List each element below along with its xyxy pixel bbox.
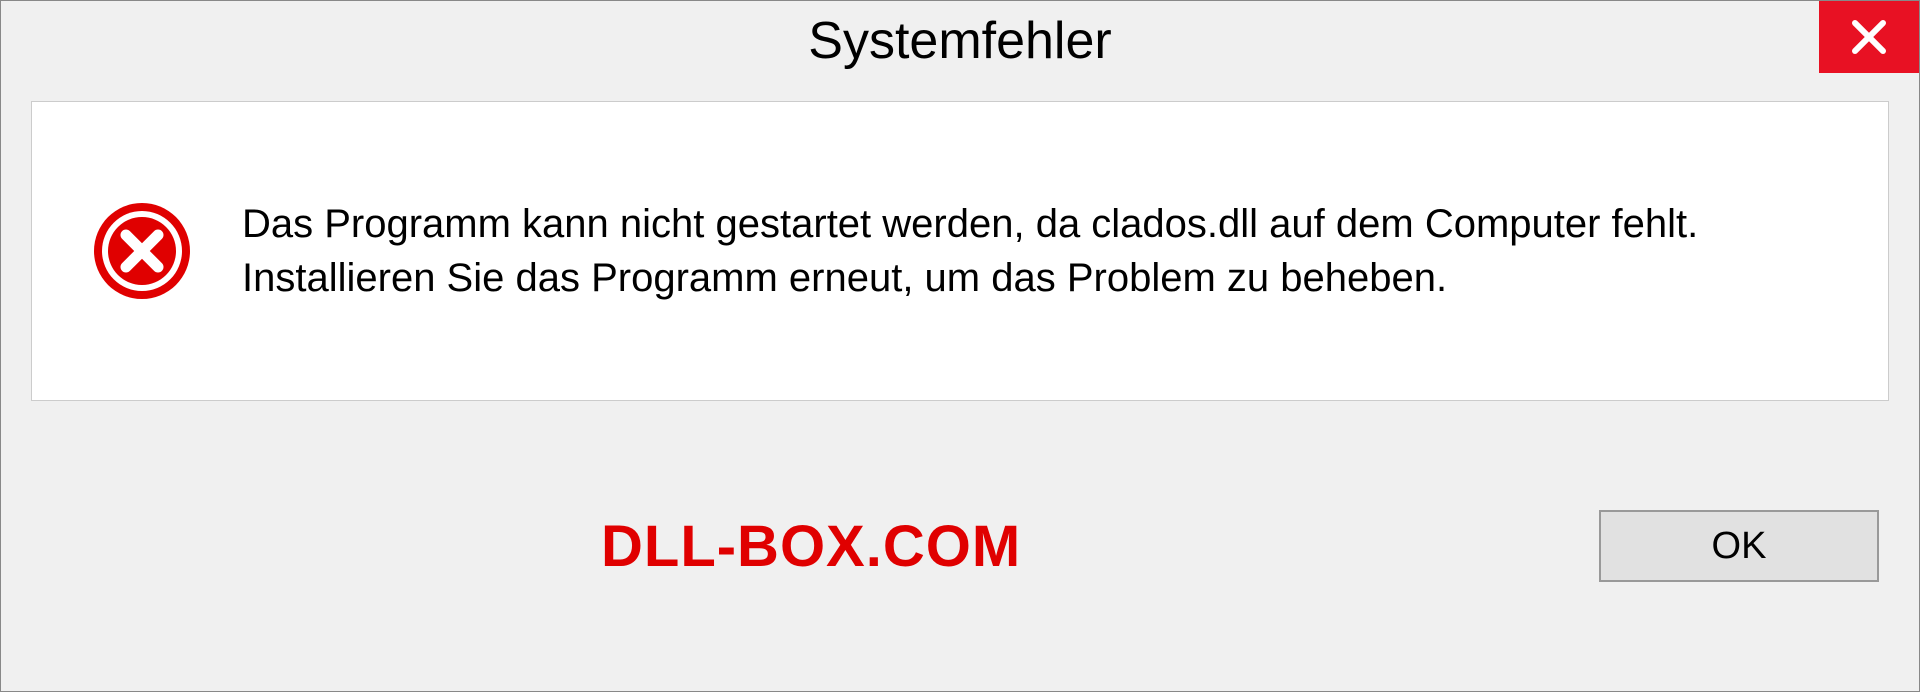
error-icon — [92, 201, 192, 301]
titlebar: Systemfehler — [1, 1, 1919, 81]
system-error-dialog: Systemfehler Das Programm kann nicht ges… — [0, 0, 1920, 692]
dialog-title: Systemfehler — [808, 11, 1111, 71]
close-button[interactable] — [1819, 1, 1919, 73]
ok-button[interactable]: OK — [1599, 510, 1879, 582]
close-icon — [1849, 17, 1889, 57]
error-message: Das Programm kann nicht gestartet werden… — [242, 197, 1828, 305]
dialog-footer: DLL-BOX.COM OK — [1, 401, 1919, 691]
message-panel: Das Programm kann nicht gestartet werden… — [31, 101, 1889, 401]
watermark-text: DLL-BOX.COM — [601, 513, 1021, 580]
